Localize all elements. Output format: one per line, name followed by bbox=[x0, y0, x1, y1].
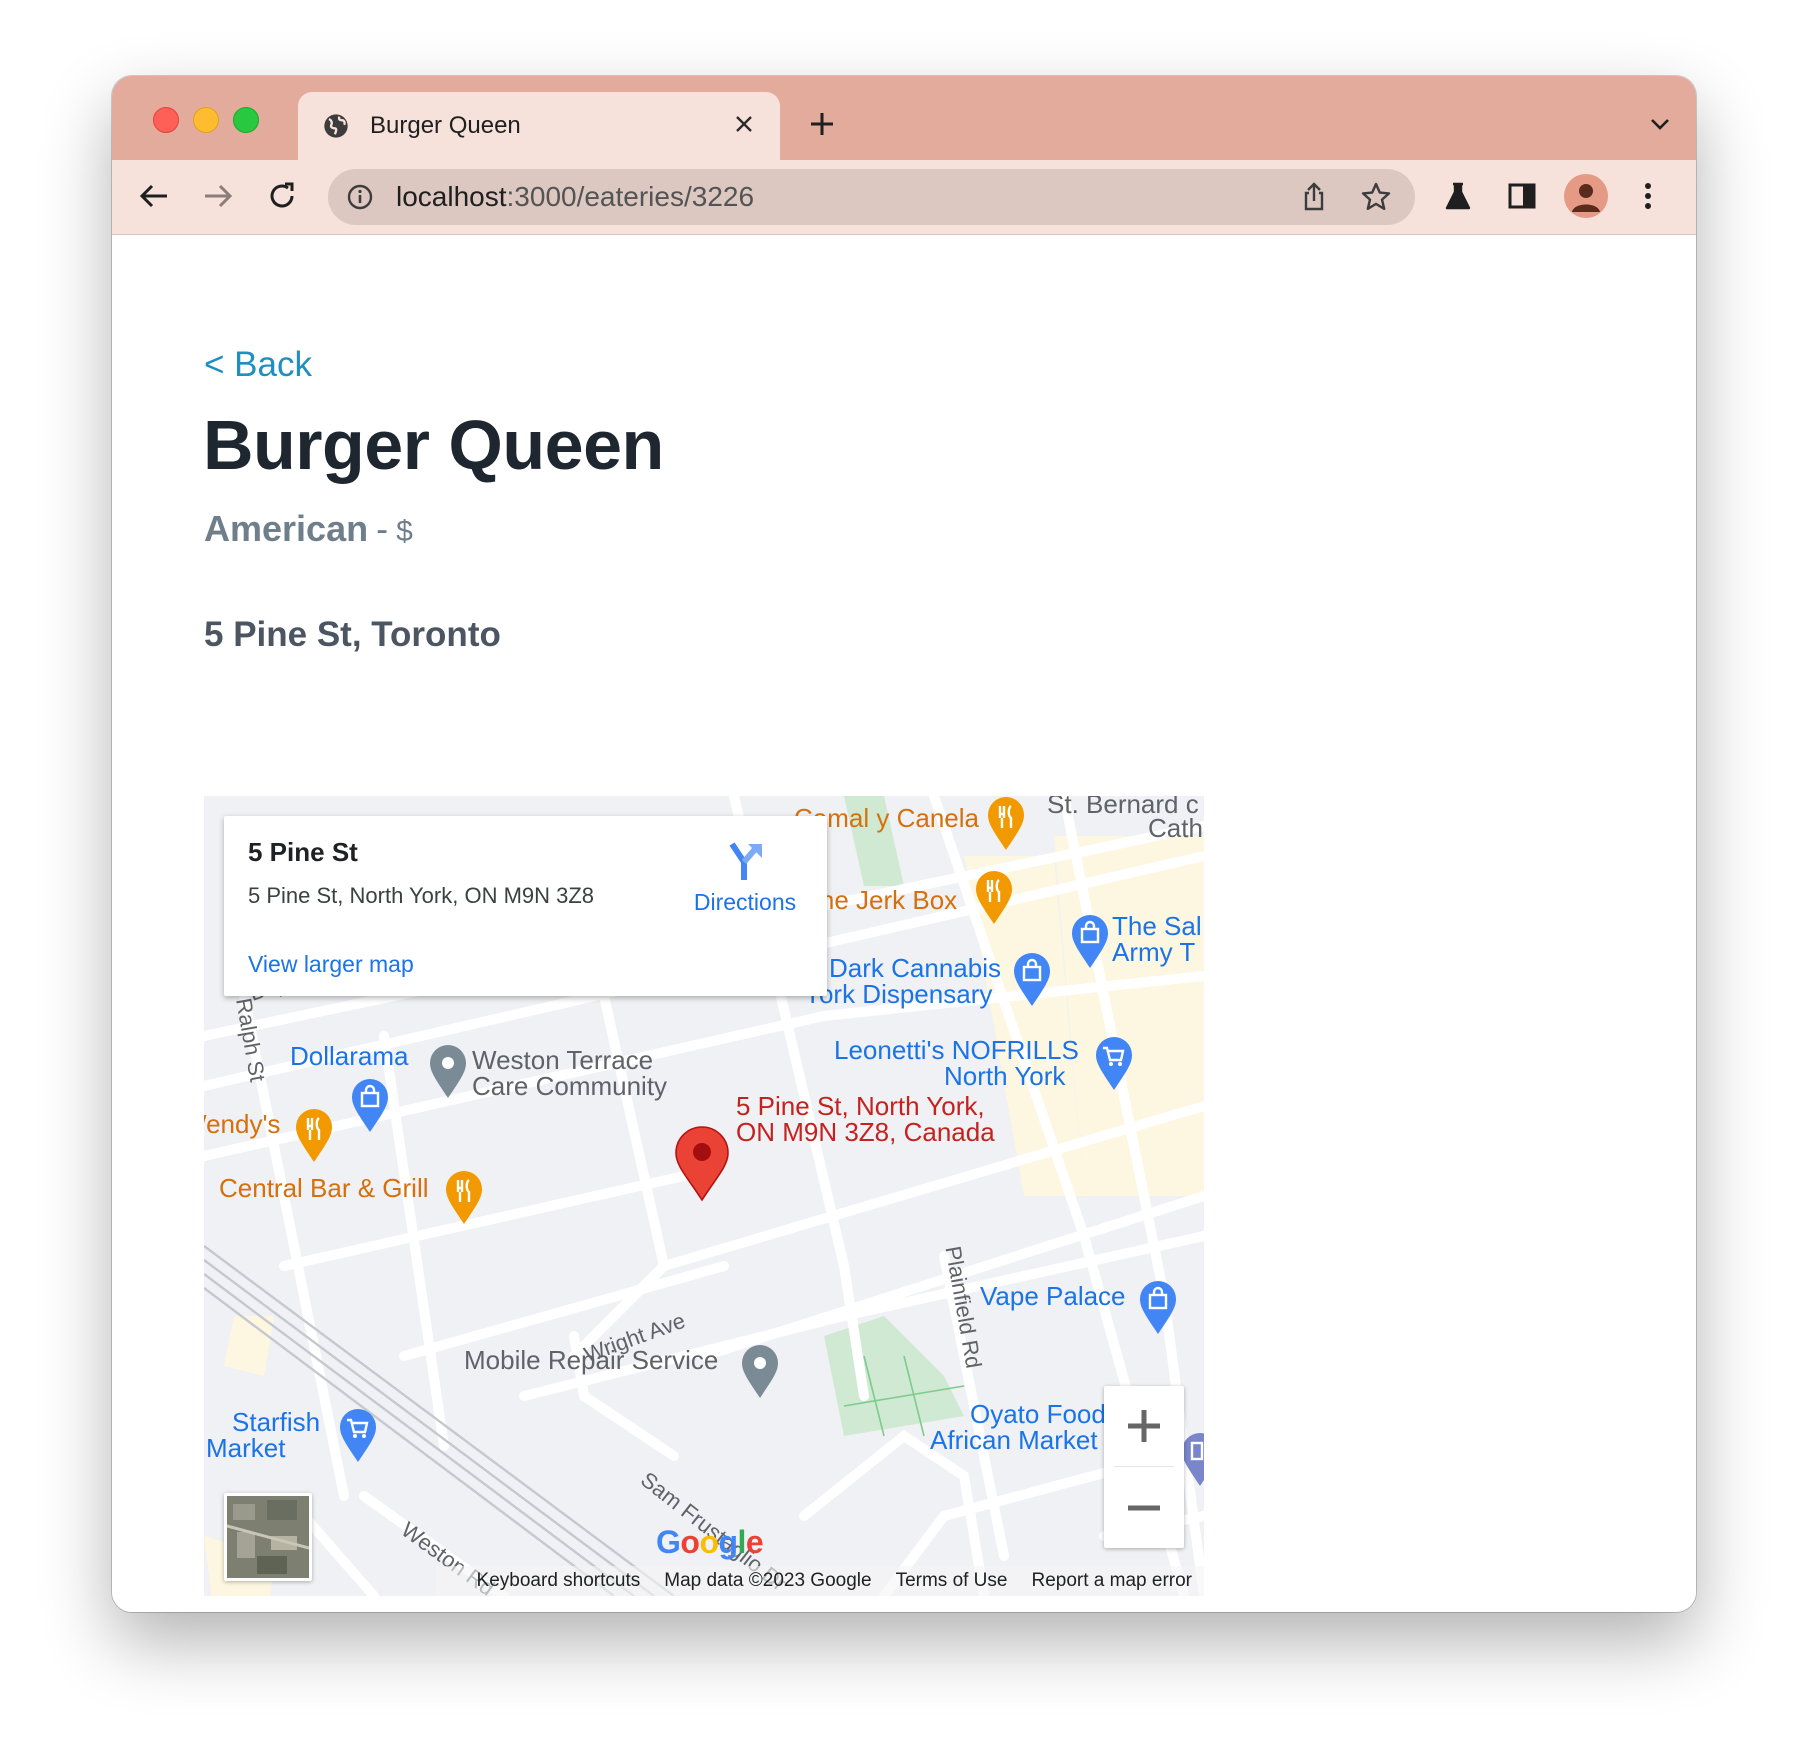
zoom-control bbox=[1104, 1386, 1184, 1548]
browser-toolbar: localhost:3000/eateries/3226 bbox=[112, 160, 1696, 235]
selected-pin-label-line1: 5 Pine St, North York, bbox=[736, 1091, 985, 1121]
place-marker-icon[interactable] bbox=[428, 1044, 468, 1100]
directions-button[interactable]: Directions bbox=[680, 840, 810, 930]
globe-icon bbox=[324, 114, 348, 138]
maximize-window-button[interactable] bbox=[233, 107, 259, 133]
minus-icon bbox=[1128, 1505, 1160, 1511]
zoom-in-button[interactable] bbox=[1104, 1386, 1184, 1466]
minimize-window-button[interactable] bbox=[193, 107, 219, 133]
poi-label-nofrills-2[interactable]: North York bbox=[944, 1062, 1065, 1090]
attribution-links: Keyboard shortcuts Map data ©2023 Google… bbox=[477, 1568, 1192, 1594]
star-icon[interactable] bbox=[1360, 181, 1392, 213]
poi-label-dark-cannabis-1[interactable]: Dark Cannabis bbox=[829, 954, 1001, 982]
grocery-marker-icon[interactable] bbox=[338, 1408, 378, 1464]
zoom-out-button[interactable] bbox=[1104, 1468, 1184, 1548]
plus-icon[interactable] bbox=[802, 104, 842, 144]
address-bar[interactable]: localhost:3000/eateries/3226 bbox=[328, 169, 1415, 225]
poi-label-dark-cannabis-2[interactable]: York Dispensary bbox=[804, 980, 992, 1008]
tab-strip: Burger Queen bbox=[112, 76, 1696, 160]
view-larger-map-link[interactable]: View larger map bbox=[248, 950, 414, 978]
profile-avatar-icon[interactable] bbox=[1564, 174, 1608, 218]
shopping-marker-icon[interactable] bbox=[1012, 952, 1052, 1008]
report-map-error-link[interactable]: Report a map error bbox=[1031, 1568, 1192, 1594]
selected-location-pin-icon[interactable] bbox=[674, 1126, 730, 1202]
sidebar-icon[interactable] bbox=[1502, 176, 1542, 216]
reload-icon[interactable] bbox=[260, 174, 304, 218]
poi-label-oyato-1[interactable]: Oyato Food bbox=[970, 1400, 1106, 1428]
directions-icon bbox=[729, 842, 762, 880]
poi-label-central-bar[interactable]: Central Bar & Grill bbox=[219, 1174, 429, 1202]
poi-label-wendys[interactable]: Wendy's bbox=[204, 1110, 280, 1138]
url-text[interactable]: localhost:3000/eateries/3226 bbox=[396, 179, 754, 215]
close-icon[interactable] bbox=[726, 106, 762, 142]
page-title: Burger Queen bbox=[203, 406, 664, 484]
restaurant-marker-icon[interactable] bbox=[986, 796, 1026, 852]
poi-label-dollarama[interactable]: Dollarama bbox=[290, 1042, 409, 1070]
restaurant-marker-icon[interactable] bbox=[294, 1108, 334, 1164]
chevron-down-icon[interactable] bbox=[1644, 108, 1676, 140]
back-link[interactable]: < Back bbox=[204, 343, 312, 387]
info-card-title: 5 Pine St bbox=[248, 837, 358, 867]
page-content: < Back Burger Queen American - $ 5 Pine St… bbox=[112, 235, 1696, 1612]
restaurant-meta: American - $ bbox=[204, 507, 413, 554]
poi-label-st-bernard-2[interactable]: Cath bbox=[1148, 814, 1203, 842]
keyboard-shortcuts-link[interactable]: Keyboard shortcuts bbox=[477, 1568, 641, 1594]
more-vert-icon[interactable] bbox=[1628, 176, 1668, 216]
poi-label-weston-terrace-1[interactable]: Weston Terrace bbox=[472, 1046, 653, 1074]
url-path: :3000/eateries/3226 bbox=[506, 181, 755, 212]
restaurant-address: 5 Pine St, Toronto bbox=[204, 615, 501, 654]
meta-separator: - bbox=[376, 508, 389, 549]
share-icon[interactable] bbox=[1298, 181, 1330, 213]
browser-window: Burger Queen localhost:3000/eateries/322… bbox=[112, 76, 1696, 1612]
restaurant-marker-icon[interactable] bbox=[444, 1170, 484, 1226]
map-attribution-bar: Keyboard shortcuts Map data ©2023 Google… bbox=[204, 1566, 1204, 1596]
shopping-marker-icon[interactable] bbox=[1138, 1280, 1178, 1336]
poi-label-salvation-2[interactable]: Army T bbox=[1112, 938, 1195, 966]
info-icon[interactable] bbox=[346, 183, 374, 211]
poi-label-nofrills-1[interactable]: Leonetti's NOFRILLS bbox=[834, 1036, 1079, 1064]
browser-tab[interactable]: Burger Queen bbox=[298, 92, 780, 160]
poi-label-mobile-repair[interactable]: Mobile Repair Service bbox=[464, 1346, 718, 1374]
google-logo-text: Google bbox=[656, 1524, 764, 1560]
directions-label: Directions bbox=[693, 889, 797, 915]
cuisine-label: American bbox=[204, 508, 369, 549]
price-label: $ bbox=[396, 515, 413, 548]
info-card-address: 5 Pine St, North York, ON M9N 3Z8 bbox=[248, 883, 595, 908]
back-arrow-icon[interactable] bbox=[132, 174, 176, 218]
forward-arrow-icon[interactable] bbox=[196, 174, 240, 218]
plus-icon bbox=[1128, 1410, 1160, 1442]
grocery-marker-icon[interactable] bbox=[1094, 1036, 1134, 1092]
terms-of-use-link[interactable]: Terms of Use bbox=[896, 1568, 1008, 1594]
shopping-marker-icon[interactable] bbox=[1070, 914, 1110, 970]
poi-label-starfish-1[interactable]: Starfish bbox=[232, 1408, 320, 1436]
poi-label-vape-palace[interactable]: Vape Palace bbox=[980, 1282, 1126, 1310]
zoom-divider bbox=[1114, 1466, 1174, 1467]
map-data-label: Map data ©2023 Google bbox=[664, 1570, 872, 1591]
restaurant-marker-icon[interactable] bbox=[974, 870, 1014, 926]
place-info-card: 5 Pine St 5 Pine St, North York, ON M9N … bbox=[224, 816, 827, 996]
labs-flask-icon[interactable] bbox=[1438, 176, 1478, 216]
poi-label-weston-terrace-2[interactable]: Care Community bbox=[472, 1072, 667, 1100]
place-marker-icon[interactable] bbox=[740, 1344, 780, 1400]
poi-label-starfish-2[interactable]: Market bbox=[206, 1434, 285, 1462]
shopping-marker-icon[interactable] bbox=[350, 1078, 390, 1134]
embedded-map[interactable]: Boyd Ave Ralph St Wright Ave Plainfield … bbox=[204, 796, 1204, 1596]
tab-title: Burger Queen bbox=[370, 112, 521, 139]
close-window-button[interactable] bbox=[153, 107, 179, 133]
poi-label-oyato-2[interactable]: African Market bbox=[930, 1426, 1098, 1454]
poi-label-salvation-1[interactable]: The Sal bbox=[1112, 912, 1202, 940]
url-host: localhost bbox=[396, 181, 507, 212]
google-logo: Google bbox=[656, 1524, 764, 1560]
selected-pin-label-line2: ON M9N 3Z8, Canada bbox=[736, 1117, 995, 1147]
